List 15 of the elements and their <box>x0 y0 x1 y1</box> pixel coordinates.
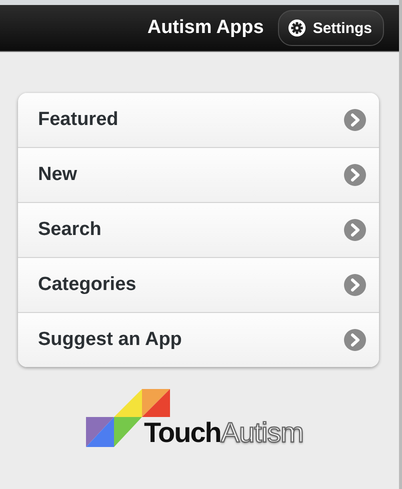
settings-icon <box>288 19 306 37</box>
chevron-icon <box>344 329 366 351</box>
logo-text: Touch <box>144 417 221 449</box>
menu-item[interactable]: Categories <box>18 257 379 312</box>
menu-item[interactable]: Featured <box>18 93 379 147</box>
window-title: Autism Apps <box>147 17 264 39</box>
chevron-icon <box>344 109 366 131</box>
settings-button[interactable]: Settings <box>278 10 384 46</box>
menu-item[interactable]: New <box>18 147 379 202</box>
chevron-icon <box>344 164 366 186</box>
chevron-icon <box>344 274 366 296</box>
chevron-icon <box>344 219 366 241</box>
logo-text: Autism <box>220 417 304 449</box>
menu-item[interactable]: Search <box>18 202 379 257</box>
menu-item[interactable]: Suggest an App <box>18 312 379 367</box>
